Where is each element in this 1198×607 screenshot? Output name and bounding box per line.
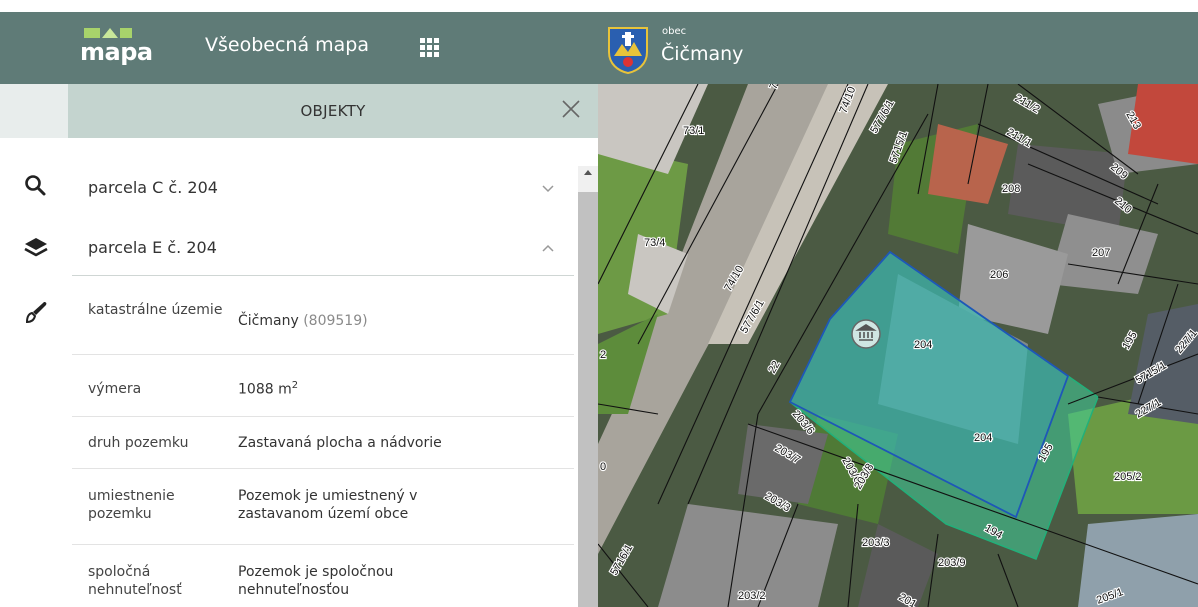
attribute-key: výmera <box>88 381 142 397</box>
parcel-number-label: 2 <box>600 349 606 361</box>
accordion-label: parcela C č. 204 <box>88 178 218 197</box>
chevron-down-icon <box>542 185 554 193</box>
attribute-row-location: umiestnenie pozemku Pozemok je umiestnen… <box>72 469 574 545</box>
brush-icon[interactable] <box>22 298 50 326</box>
attribute-value: Pozemok je spoločnou nehnuteľnosťou <box>238 564 394 598</box>
parcel-number-label: 206 <box>990 269 1008 281</box>
close-icon[interactable] <box>560 98 582 120</box>
layers-icon[interactable] <box>22 234 50 262</box>
panel-scrollbar[interactable] <box>578 166 598 607</box>
parcel-number-label: 73/4 <box>644 237 665 249</box>
attribute-value: 1088 m2 <box>238 377 558 399</box>
parcel-number-label: 203/9 <box>938 557 966 569</box>
parcel-number-label: 208 <box>1002 183 1020 195</box>
parcel-number-label: 0 <box>600 461 606 473</box>
left-toolbar <box>0 84 68 607</box>
chevron-up-icon <box>542 244 554 252</box>
scroll-up-arrow-icon[interactable] <box>582 166 594 178</box>
parcel-number-label: 207 <box>1092 247 1110 259</box>
objects-panel-body: parcela C č. 204 parcela E č. 204 katast… <box>68 138 598 607</box>
attribute-row-shared: spoločná nehnuteľnosť Pozemok je spoločn… <box>72 545 574 607</box>
municipality-prefix: obec <box>662 26 687 37</box>
app-logo[interactable]: mapa <box>80 22 174 72</box>
scrollbar-thumb[interactable] <box>578 192 598 607</box>
parcel-number-label: 203/3 <box>862 537 890 549</box>
municipality-name: Čičmany <box>661 43 744 65</box>
attribute-key: druh pozemku <box>88 435 189 451</box>
apps-grid-icon[interactable] <box>420 38 440 58</box>
parcel-number-label: 204 <box>914 339 932 351</box>
search-icon[interactable] <box>22 172 50 200</box>
accordion-label: parcela E č. 204 <box>88 238 217 257</box>
app-title: Všeobecná mapa <box>205 34 369 56</box>
attribute-row-area: výmera 1088 m2 <box>72 355 574 417</box>
attribute-key: umiestnenie pozemku <box>88 488 175 522</box>
parcel-number-label: 205/2 <box>1114 471 1142 483</box>
logo-text: mapa <box>80 38 153 66</box>
attribute-row-cadastral: katastrálne územie Čičmany (809519) <box>72 277 574 355</box>
attribute-row-land-type: druh pozemku Zastavaná plocha a nádvorie <box>72 417 574 469</box>
objects-panel-header: OBJEKTY <box>68 84 598 138</box>
cadastral-name: Čičmany <box>238 313 299 329</box>
parcel-number-label: 203/2 <box>738 590 766 602</box>
cadastral-code: (809519) <box>303 313 368 329</box>
map-canvas[interactable]: 73/674/10211/221373/1577/6/15715/1211/12… <box>598 84 1198 607</box>
accordion-parcela-c[interactable]: parcela C č. 204 <box>72 160 574 216</box>
parcel-number-label: 73/1 <box>683 125 704 137</box>
attribute-value: Pozemok je umiestnený v zastavanom území… <box>238 488 418 522</box>
parcel-number-label: 204 <box>974 432 992 444</box>
aerial-cadastral-map[interactable]: 73/674/10211/221373/1577/6/15715/1211/12… <box>598 84 1198 607</box>
attribute-value: Zastavaná plocha a nádvorie <box>238 435 442 451</box>
attribute-key: katastrálne územie <box>88 302 223 318</box>
attribute-value: Čičmany (809519) <box>238 312 558 330</box>
monument-marker-icon[interactable] <box>851 319 881 349</box>
area-value: 1088 m <box>238 381 292 398</box>
accordion-parcela-e[interactable]: parcela E č. 204 <box>72 220 574 276</box>
rail-header <box>0 84 68 138</box>
panel-title: OBJEKTY <box>300 102 366 120</box>
attribute-key: spoločná nehnuteľnosť <box>88 564 182 598</box>
top-header: mapa Všeobecná mapa obec Čičmany <box>0 12 1198 84</box>
area-unit-superscript: 2 <box>291 380 299 391</box>
municipality-crest-icon <box>608 27 648 74</box>
